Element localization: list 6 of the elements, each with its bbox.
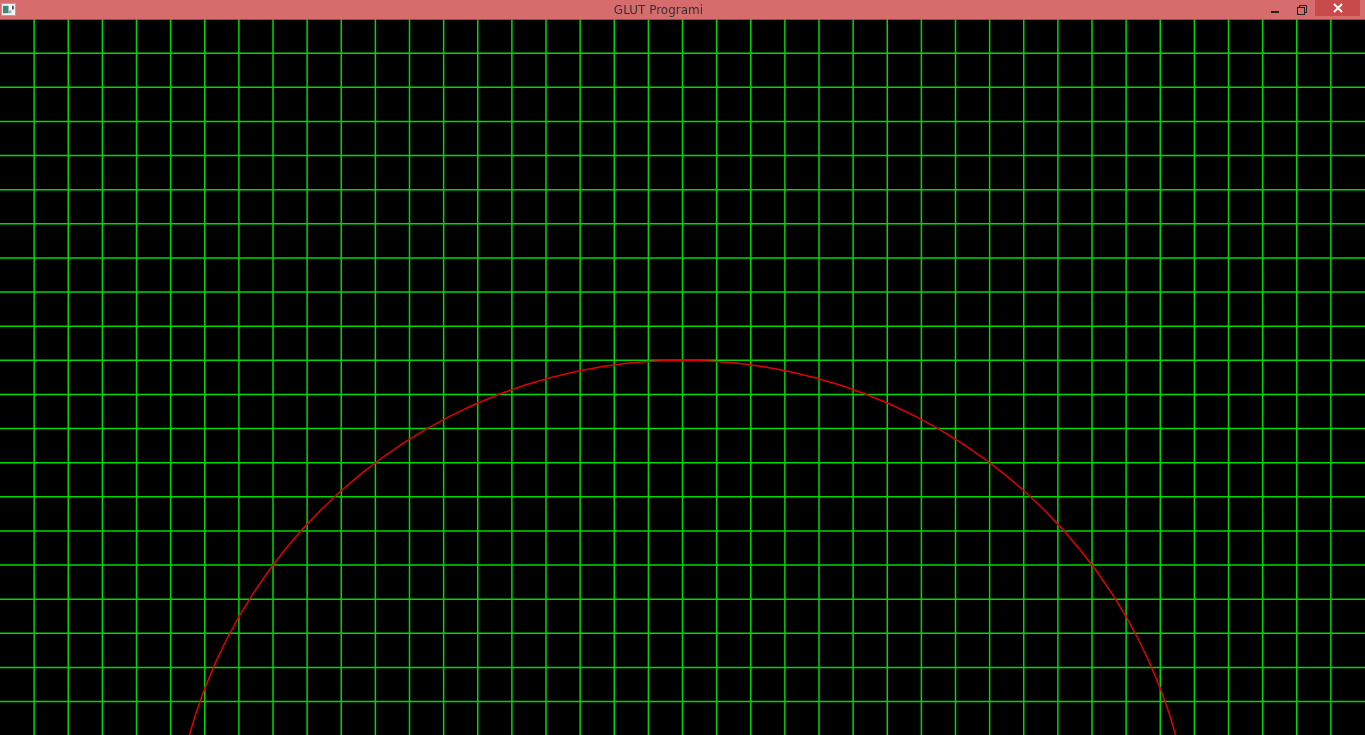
minimize-icon xyxy=(1270,10,1279,13)
close-button[interactable] xyxy=(1315,0,1360,16)
close-icon xyxy=(1332,3,1343,13)
window-title: GLUT Programi xyxy=(612,2,704,17)
restore-icon xyxy=(1296,4,1307,15)
app-icon xyxy=(1,3,16,16)
